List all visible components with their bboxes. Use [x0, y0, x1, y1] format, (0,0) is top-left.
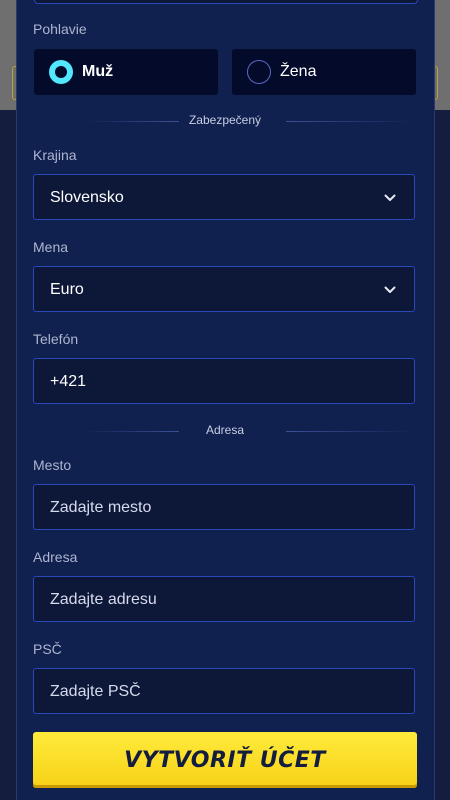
zip-label: PSČ — [33, 641, 62, 657]
radio-checked-icon[interactable] — [49, 60, 73, 84]
chevron-down-icon[interactable] — [384, 284, 396, 296]
gender-option-female[interactable]: Žena — [232, 49, 416, 95]
section-title: Adresa — [205, 423, 245, 437]
country-select[interactable]: Slovensko — [33, 174, 415, 220]
gender-label: Pohlavie — [33, 21, 87, 37]
create-account-button[interactable]: VYTVORIŤ ÚČET — [33, 732, 417, 788]
section-title: Zabezpečený — [188, 113, 262, 127]
previous-field-edge[interactable] — [34, 0, 418, 4]
currency-label: Mena — [33, 239, 69, 255]
address-label: Adresa — [33, 549, 78, 565]
zip-placeholder: Zadajte PSČ — [50, 683, 141, 700]
section-divider-address: Adresa — [34, 423, 416, 439]
city-input[interactable]: Zadajte mesto — [33, 484, 415, 530]
section-divider-secure: Zabezpečený — [34, 113, 416, 129]
gender-option-label: Žena — [280, 63, 317, 80]
zip-input[interactable]: Zadajte PSČ — [33, 668, 415, 714]
currency-value: Euro — [50, 281, 84, 298]
country-value: Slovensko — [50, 189, 124, 206]
gender-option-male[interactable]: Muž — [34, 49, 218, 95]
city-placeholder: Zadajte mesto — [50, 499, 152, 516]
radio-unchecked-icon[interactable] — [247, 60, 271, 84]
country-label: Krajina — [33, 147, 77, 163]
address-placeholder: Zadajte adresu — [50, 591, 157, 608]
chevron-down-icon[interactable] — [384, 192, 396, 204]
phone-value: +421 — [50, 373, 87, 390]
gender-option-label: Muž — [82, 63, 114, 80]
currency-select[interactable]: Euro — [33, 266, 415, 312]
phone-input[interactable]: +421 — [33, 358, 415, 404]
phone-label: Telefón — [33, 331, 79, 347]
city-label: Mesto — [33, 457, 72, 473]
address-input[interactable]: Zadajte adresu — [33, 576, 415, 622]
